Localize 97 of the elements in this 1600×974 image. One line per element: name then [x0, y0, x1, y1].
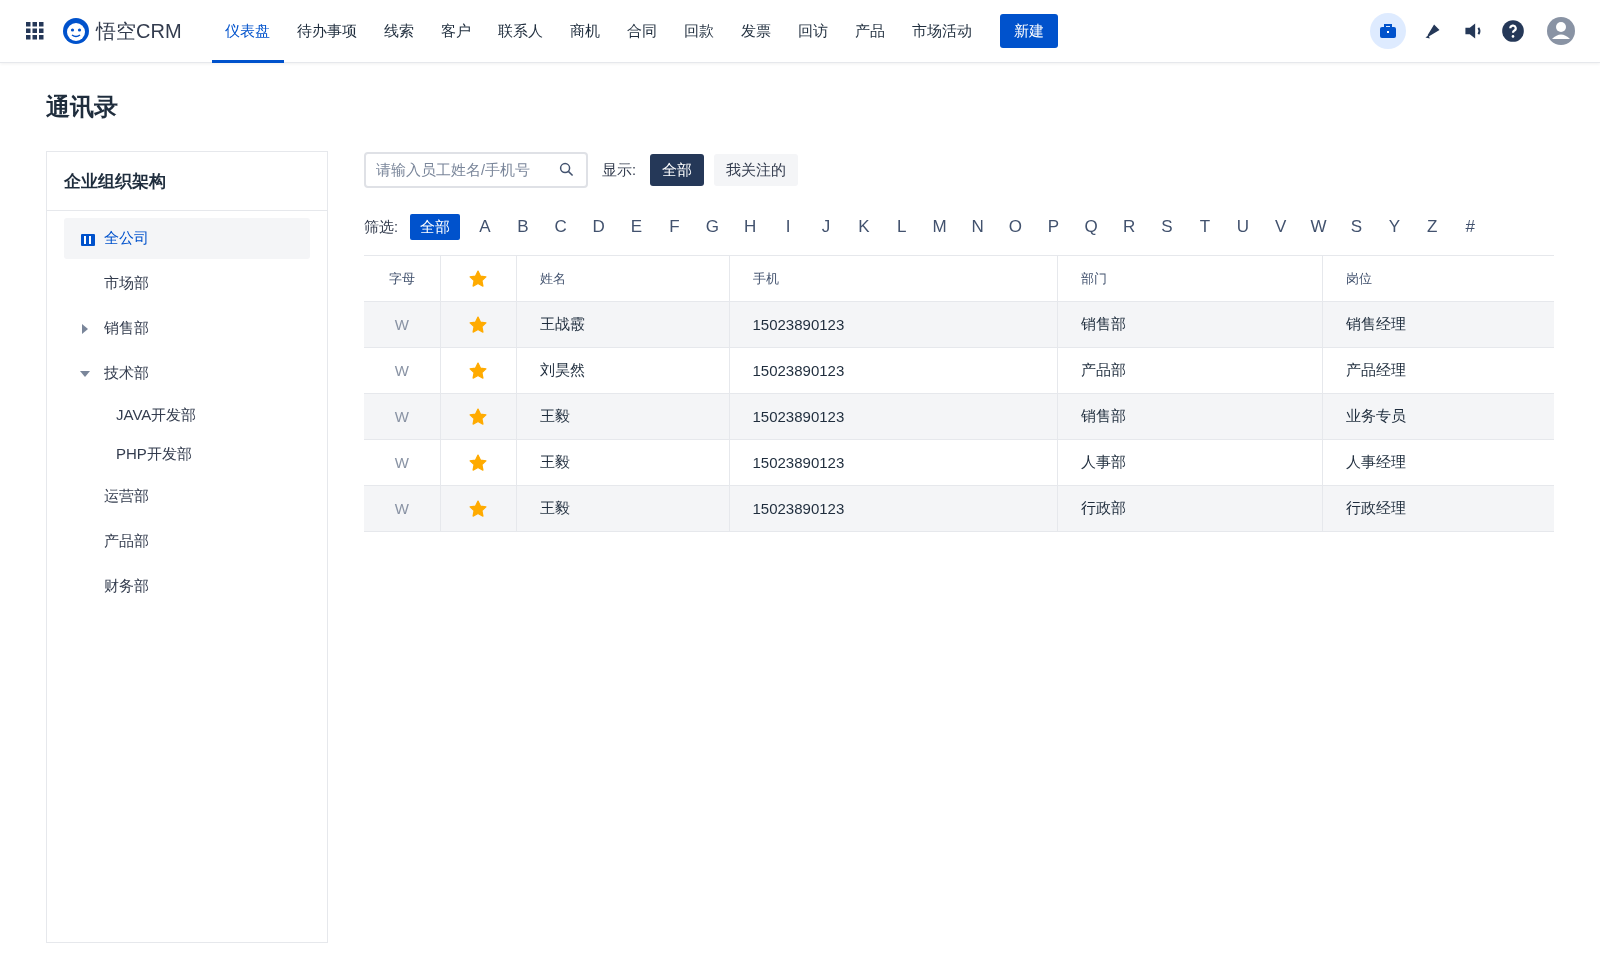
department-item[interactable]: 销售部 [64, 308, 310, 349]
letter-filter-button[interactable]: B [503, 214, 542, 240]
star-filled-icon[interactable] [468, 360, 488, 381]
department-item[interactable]: PHP开发部 [64, 437, 310, 472]
page-title: 通讯录 [46, 92, 119, 122]
nav-tab[interactable]: 线索 [370, 0, 428, 63]
department-item[interactable]: JAVA开发部 [64, 398, 310, 433]
apps-grid-icon[interactable] [26, 22, 44, 40]
letter-filter-button[interactable]: R [1110, 214, 1149, 240]
star-filled-icon[interactable] [468, 406, 488, 427]
table-cell: 产品部 [1057, 347, 1322, 394]
nav-tab[interactable]: 回访 [784, 0, 842, 63]
search-field[interactable]: 请输入员工姓名/手机号 [364, 152, 588, 188]
table-cell: 业务专员 [1322, 393, 1554, 440]
nav-tab[interactable]: 商机 [556, 0, 614, 63]
table-cell: W [364, 301, 440, 348]
letter-filter-button[interactable]: S [1148, 214, 1186, 240]
department-item[interactable]: 市场部 [64, 263, 310, 304]
table-cell: W [364, 439, 440, 486]
letter-filter-button[interactable]: E [617, 214, 656, 240]
letter-filter-button[interactable]: D [579, 214, 618, 240]
table-cell: 15023890123 [729, 485, 1057, 532]
nav-tab[interactable]: 产品 [841, 0, 899, 63]
caret-right-icon[interactable] [80, 323, 90, 334]
table-cell: 产品经理 [1322, 347, 1554, 394]
department-item[interactable]: 全公司 [64, 218, 310, 259]
letter-filter-button[interactable]: Z [1413, 214, 1452, 240]
table-cell: 王战霰 [516, 301, 729, 348]
star-filled-icon[interactable] [468, 452, 488, 473]
letter-filter-button[interactable]: U [1223, 214, 1262, 240]
show-label: 显示: [602, 160, 637, 180]
help-icon[interactable] [1500, 18, 1526, 44]
table-cell: W [364, 485, 440, 532]
letter-filter-button[interactable]: 全部 [410, 214, 461, 240]
letter-filter-button[interactable]: T [1185, 214, 1224, 240]
nav-tab[interactable]: 客户 [427, 0, 485, 63]
table-cell: 王毅 [516, 485, 729, 532]
table-cell: 行政部 [1057, 485, 1322, 532]
table-cell: 人事部 [1057, 439, 1322, 486]
show-option-button[interactable]: 我关注的 [714, 154, 799, 186]
department-item[interactable]: 运营部 [64, 476, 310, 517]
filter-label: 筛选: [364, 217, 399, 237]
logo-text: 悟空CRM [96, 18, 182, 44]
letter-filter-button[interactable]: J [807, 214, 845, 240]
table-cell: 刘昊然 [516, 347, 729, 394]
letter-filter-button[interactable]: F [655, 214, 694, 240]
panel-title: 企业组织架构 [47, 152, 327, 211]
nav-tab[interactable]: 发票 [727, 0, 785, 63]
table-cell: 销售部 [1057, 301, 1322, 348]
letter-filter-button[interactable]: H [731, 214, 770, 240]
letter-filter-button[interactable]: L [882, 214, 921, 240]
table-cell: 销售经理 [1322, 301, 1554, 348]
letter-filter-button[interactable]: O [996, 214, 1035, 240]
briefcase-icon[interactable] [1370, 13, 1406, 49]
department-item[interactable]: 财务部 [64, 566, 310, 607]
nav-tab[interactable]: 联系人 [484, 0, 557, 63]
letter-filter-button[interactable]: C [541, 214, 580, 240]
letter-filter-button[interactable]: G [693, 214, 732, 240]
search-icon[interactable] [559, 162, 574, 177]
star-filled-icon[interactable] [468, 498, 488, 519]
star-filled-icon[interactable] [468, 314, 488, 335]
show-option-button[interactable]: 全部 [650, 154, 705, 186]
letter-filter-button[interactable]: Q [1072, 214, 1111, 240]
table-cell: 王毅 [516, 393, 729, 440]
new-button[interactable]: 新建 [999, 14, 1058, 48]
letter-filter-button[interactable]: V [1261, 214, 1300, 240]
letter-filter-button[interactable]: W [1299, 214, 1338, 240]
letter-filter-button[interactable]: S [1337, 214, 1376, 240]
letter-filter-button[interactable]: A [466, 214, 504, 240]
letter-filter-button[interactable]: K [844, 214, 883, 240]
letter-filter-button[interactable]: M [920, 214, 959, 240]
letter-filter-button[interactable]: # [1451, 214, 1490, 240]
nav-tab[interactable]: 回款 [670, 0, 728, 63]
nav-tab[interactable]: 市场活动 [898, 0, 986, 63]
star-icon [468, 268, 488, 289]
table-cell: 15023890123 [729, 301, 1057, 348]
department-item[interactable]: 产品部 [64, 521, 310, 562]
table-cell: W [364, 347, 440, 394]
column-header: 字母 [364, 255, 440, 302]
table-cell: 王毅 [516, 439, 729, 486]
letter-filter-button[interactable]: N [958, 214, 997, 240]
nav-tab[interactable]: 待办事项 [283, 0, 371, 63]
table-cell: 15023890123 [729, 393, 1057, 440]
avatar-icon[interactable] [1546, 16, 1576, 46]
letter-filter-button[interactable]: Y [1375, 214, 1414, 240]
letter-filter-button[interactable]: I [769, 214, 808, 240]
letter-filter-button[interactable]: P [1034, 214, 1073, 240]
table-cell: 行政经理 [1322, 485, 1554, 532]
nav-tab[interactable]: 合同 [613, 0, 671, 63]
table-cell: 15023890123 [729, 347, 1057, 394]
nav-tab[interactable]: 仪表盘 [211, 0, 284, 63]
table-cell: W [364, 393, 440, 440]
department-item[interactable]: 技术部 [64, 353, 310, 394]
table-cell: 销售部 [1057, 393, 1322, 440]
table-cell: 人事经理 [1322, 439, 1554, 486]
table-cell: 15023890123 [729, 439, 1057, 486]
caret-down-icon[interactable] [80, 368, 90, 379]
